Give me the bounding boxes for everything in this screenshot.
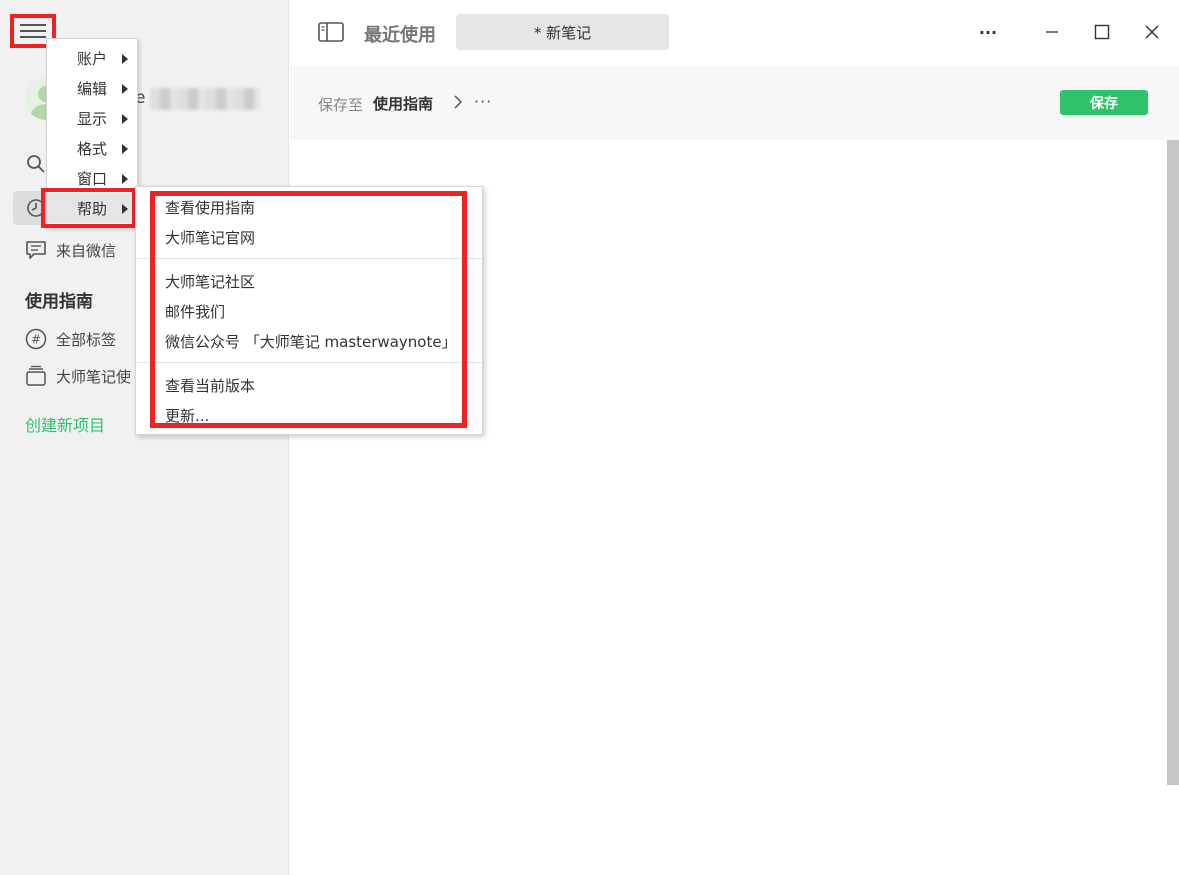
tab-new-note[interactable]: * 新笔记: [456, 14, 669, 50]
menu-item-account[interactable]: 账户: [47, 43, 138, 73]
sidebar-item-wechat[interactable]: 来自微信: [25, 235, 116, 265]
menu-item-help[interactable]: 帮助: [47, 193, 138, 223]
submenu-arrow-icon: [122, 114, 128, 124]
menu-item-version[interactable]: 查看当前版本: [136, 371, 482, 399]
menu-item-window[interactable]: 窗口: [47, 163, 138, 193]
menu-item-label: 窗口: [77, 169, 108, 188]
menu-item-edit[interactable]: 编辑: [47, 73, 138, 103]
sidebar-item-label: 全部标签: [56, 330, 117, 349]
submenu-arrow-icon: [122, 174, 128, 184]
submenu-arrow-icon: [122, 54, 128, 64]
menu-separator: [137, 362, 483, 363]
sidebar-item-label: 来自微信: [56, 241, 117, 260]
stack-icon: [25, 365, 47, 387]
menu-item-display[interactable]: 显示: [47, 103, 138, 133]
recent-label: 最近使用: [364, 25, 436, 46]
menu-item-label: 编辑: [77, 79, 108, 98]
submenu-arrow-icon: [122, 84, 128, 94]
maximize-button[interactable]: [1090, 20, 1114, 44]
minimize-icon: [1046, 31, 1058, 33]
sidebar-item-notebook[interactable]: 大师笔记使: [25, 361, 131, 391]
sidebar: e 来自微信 使用指南 # 全部标签 大师笔记使 创建新项目: [0, 0, 289, 875]
main-menu: 账户 编辑 显示 格式 窗口 帮助: [46, 38, 138, 228]
menu-item-official-site[interactable]: 大师笔记官网: [136, 223, 482, 251]
submenu-arrow-icon: [122, 144, 128, 154]
menu-item-label: 帮助: [77, 199, 108, 218]
saveto-prefix: 保存至: [318, 96, 364, 114]
menu-item-label: 账户: [77, 49, 108, 68]
scrollbar[interactable]: [1167, 140, 1179, 785]
hamburger-icon: [20, 30, 46, 32]
section-title: 使用指南: [25, 292, 93, 312]
save-button[interactable]: 保存: [1060, 90, 1148, 115]
chevron-right-icon[interactable]: [450, 92, 466, 112]
create-project-link[interactable]: 创建新项目: [25, 412, 105, 436]
sidebar-item-all-tags[interactable]: # 全部标签: [25, 324, 116, 354]
help-submenu: 查看使用指南 大师笔记官网 大师笔记社区 邮件我们 微信公众号 「大师笔记 ma…: [135, 186, 483, 435]
menu-item-view-guide[interactable]: 查看使用指南: [136, 193, 482, 221]
submenu-arrow-icon: [122, 204, 128, 214]
close-icon: [1145, 25, 1159, 39]
top-bar: 最近使用 * 新笔记 ···: [290, 0, 1179, 66]
menu-item-format[interactable]: 格式: [47, 133, 138, 163]
close-button[interactable]: [1140, 20, 1164, 44]
hash-icon: #: [25, 328, 47, 350]
more-options-icon[interactable]: ···: [474, 92, 492, 111]
saveto-target[interactable]: 使用指南: [373, 93, 433, 114]
more-icon[interactable]: ···: [976, 20, 1000, 44]
more-label: ···: [978, 22, 998, 42]
sidebar-toggle-icon[interactable]: [318, 22, 344, 42]
menu-item-community[interactable]: 大师笔记社区: [136, 267, 482, 295]
menu-item-label: 格式: [77, 139, 108, 158]
maximize-icon: [1094, 24, 1110, 40]
svg-text:#: #: [31, 333, 41, 347]
minimize-button[interactable]: [1040, 20, 1064, 44]
menu-item-email-us[interactable]: 邮件我们: [136, 297, 482, 325]
chat-icon: [25, 239, 47, 261]
search-icon: [25, 153, 47, 175]
note-toolbar: 保存至 使用指南 ··· 保存: [290, 66, 1179, 140]
menu-item-wechat-account[interactable]: 微信公众号 「大师笔记 masterwaynote」: [136, 327, 482, 355]
sidebar-item-label: 大师笔记使: [56, 367, 132, 386]
menu-item-label: 显示: [77, 109, 108, 128]
username-blurred: [150, 88, 260, 110]
menu-separator: [137, 258, 483, 259]
menu-item-update[interactable]: 更新...: [136, 401, 482, 429]
clock-icon: [25, 197, 47, 219]
